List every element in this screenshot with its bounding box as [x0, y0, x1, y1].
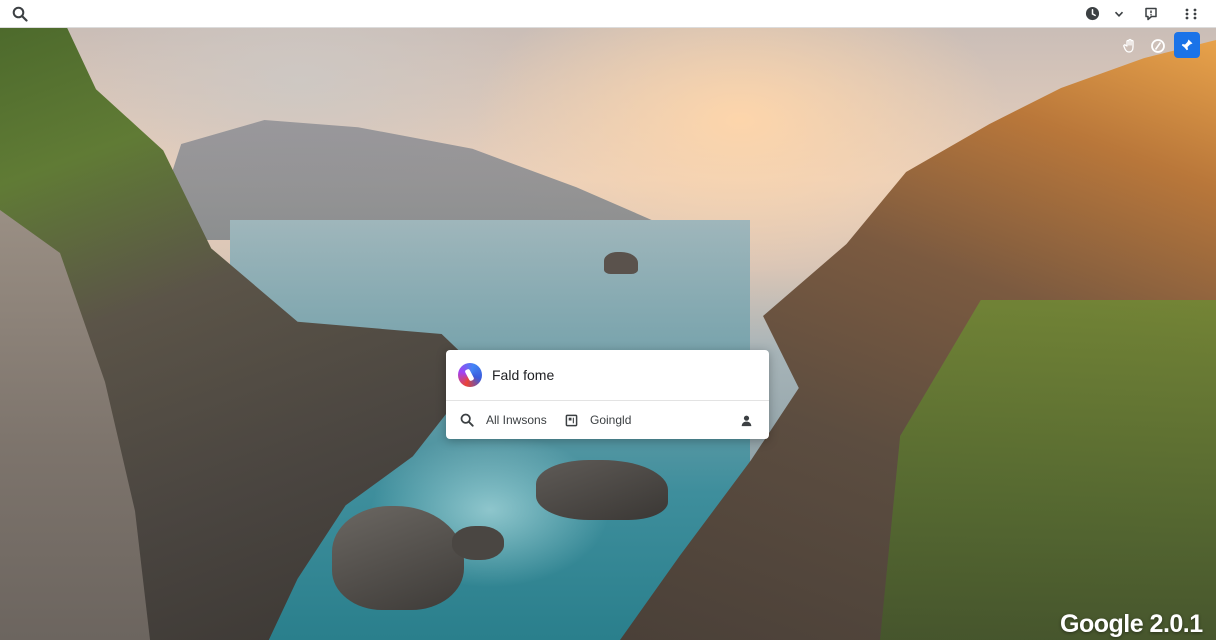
clock-icon[interactable] — [1082, 0, 1102, 27]
background-landscape — [0, 0, 1216, 640]
going-link[interactable]: Goingld — [590, 413, 631, 427]
boulder — [332, 506, 464, 610]
search-icon[interactable] — [460, 401, 474, 439]
hand-icon[interactable] — [1118, 34, 1142, 58]
pin-icon[interactable] — [1174, 32, 1200, 58]
all-items-link[interactable]: All Inwsons — [486, 413, 547, 427]
card-title: Fald fome — [492, 367, 555, 383]
boulder — [536, 460, 668, 520]
apps-grid-icon[interactable] — [1180, 0, 1202, 27]
card-action-row: All Inwsons Goingld — [446, 401, 769, 439]
search-card: Fald fome All Inwsons Goingld — [446, 350, 769, 439]
calendar-icon[interactable] — [565, 401, 578, 439]
card-header[interactable]: Fald fome — [446, 350, 769, 400]
top-bar — [0, 0, 1216, 28]
boulder — [452, 526, 504, 560]
feedback-icon[interactable] — [1140, 0, 1162, 27]
google-watermark: Google 2.0.1 — [1060, 610, 1203, 638]
circle-icon[interactable] — [1146, 34, 1170, 58]
assistant-logo-icon — [458, 363, 482, 387]
chevron-down-icon[interactable] — [1110, 0, 1128, 27]
search-icon[interactable] — [10, 0, 30, 27]
person-icon[interactable] — [740, 401, 753, 439]
sea-stack — [604, 252, 638, 274]
